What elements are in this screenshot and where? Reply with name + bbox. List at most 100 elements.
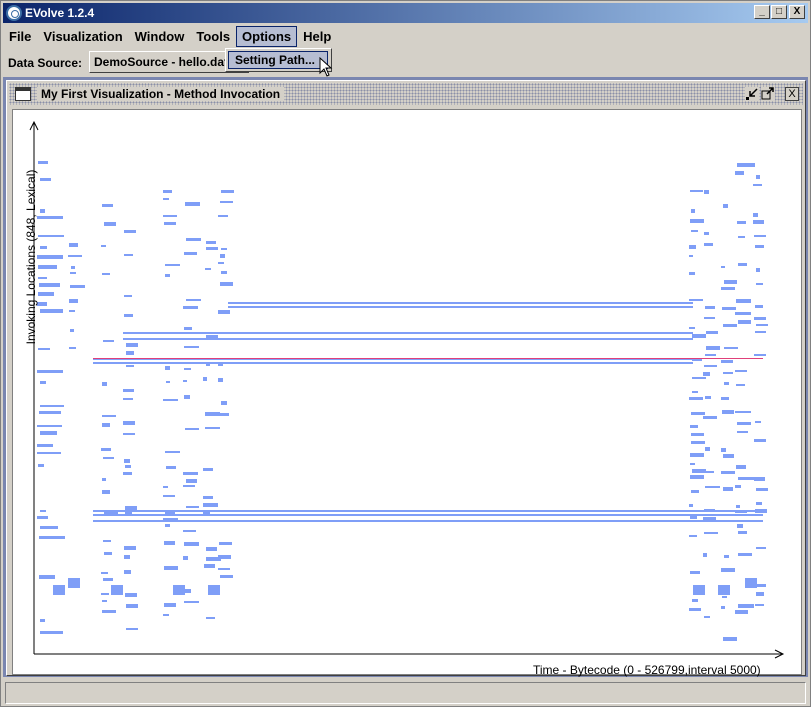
invocation-mark [755,245,764,248]
invocation-mark [703,416,717,419]
invocation-mark [69,347,76,349]
invocation-mark [755,604,764,606]
invocation-mark [735,511,747,513]
invocation-mark [39,283,60,287]
invocation-mark [40,619,45,622]
menu-item-setting-path[interactable]: Setting Path... [228,51,328,69]
close-button[interactable]: X [789,5,805,19]
invocation-mark [753,184,762,186]
invocation-mark [721,287,735,290]
menu-help[interactable]: Help [297,26,337,47]
invocation-mark [690,475,704,479]
invocation-mark [164,541,175,545]
invocation-mark [124,295,132,297]
invocation-mark [690,219,704,223]
invocation-mark [102,490,110,494]
window-frame-icon [15,87,31,101]
invocation-mark [737,524,743,528]
title-bar[interactable]: EVolve 1.2.4 _ □ X [3,3,808,23]
invocation-mark [166,381,170,383]
invocation-mark [40,431,57,435]
maximize-frame-icon[interactable] [761,87,775,101]
invocation-mark [736,465,746,469]
invocation-mark [691,433,704,436]
invocation-block [68,578,80,588]
invocation-mark [70,272,76,274]
invocation-block [745,578,757,588]
invocation-mark [165,451,180,453]
invocation-mark [689,245,696,249]
invocation-mark [690,515,697,519]
invocation-mark [689,608,701,611]
invocation-mark [755,421,761,423]
invocation-mark [38,235,64,237]
invocation-mark [738,531,747,534]
menu-file[interactable]: File [3,26,37,47]
invocation-mark [703,517,716,521]
invocation-mark [756,268,760,272]
invocation-mark [39,536,65,539]
invocation-mark [756,502,762,505]
invocation-mark [689,299,703,301]
invocation-mark [38,265,57,269]
invocation-mark [737,163,755,167]
invocation-block [718,585,730,595]
mouse-cursor-icon [319,57,333,77]
invocation-mark [101,593,109,595]
invocation-mark [692,469,706,473]
invocation-mark [125,465,131,468]
invocation-mark [220,254,225,258]
invocation-mark [221,271,227,274]
menu-visualization[interactable]: Visualization [37,26,128,47]
invocation-mark [218,262,224,264]
minimize-button[interactable]: _ [754,5,770,19]
invocation-mark [724,555,729,558]
invocation-mark [101,572,108,574]
invocation-mark [753,213,758,217]
invocation-mark [689,535,697,537]
status-bar [5,682,806,704]
invocation-mark [102,423,110,427]
invocation-mark [40,526,58,529]
invocation-mark [40,405,64,407]
invocation-mark [163,495,175,497]
invocation-mark [203,510,210,514]
invocation-mark [691,230,698,232]
invocation-mark [755,305,763,308]
invocation-mark [163,198,169,200]
invocation-mark [704,365,717,367]
invocation-mark [40,510,46,512]
invocation-mark [692,599,698,602]
invocation-mark [220,282,233,286]
invocation-mark [735,171,744,175]
invocation-band [228,306,693,308]
iconify-icon[interactable] [745,87,759,101]
invocation-mark [37,425,62,427]
invocation-mark [756,283,763,285]
invocation-mark [163,518,178,522]
invocation-mark [723,637,737,641]
menu-bar: File Visualization Window Tools Options … [3,25,808,47]
frame-title-bar[interactable]: My First Visualization - Method Invocati… [9,83,803,105]
invocation-mark [703,553,707,557]
invocation-mark [38,464,44,467]
invocation-mark [724,382,729,385]
menu-window[interactable]: Window [129,26,191,47]
menu-options[interactable]: Options [236,25,298,47]
invocation-mark [721,397,729,400]
invocation-mark [692,359,702,361]
invocation-mark [206,364,210,366]
menu-tools[interactable]: Tools [190,26,236,47]
invocation-mark [184,601,199,603]
invocation-mark [69,299,78,303]
invocation-mark [102,382,107,386]
maximize-button[interactable]: □ [771,5,787,19]
visualization-canvas[interactable]: Invoking Locations (848, Lexical) Time -… [12,109,802,677]
invocation-mark [102,478,106,481]
invocation-mark [124,230,136,233]
invocation-mark [705,354,716,356]
close-frame-button[interactable]: X [785,87,799,101]
invocation-mark [165,274,170,277]
invocation-mark [754,317,766,320]
invocation-mark [101,245,106,247]
